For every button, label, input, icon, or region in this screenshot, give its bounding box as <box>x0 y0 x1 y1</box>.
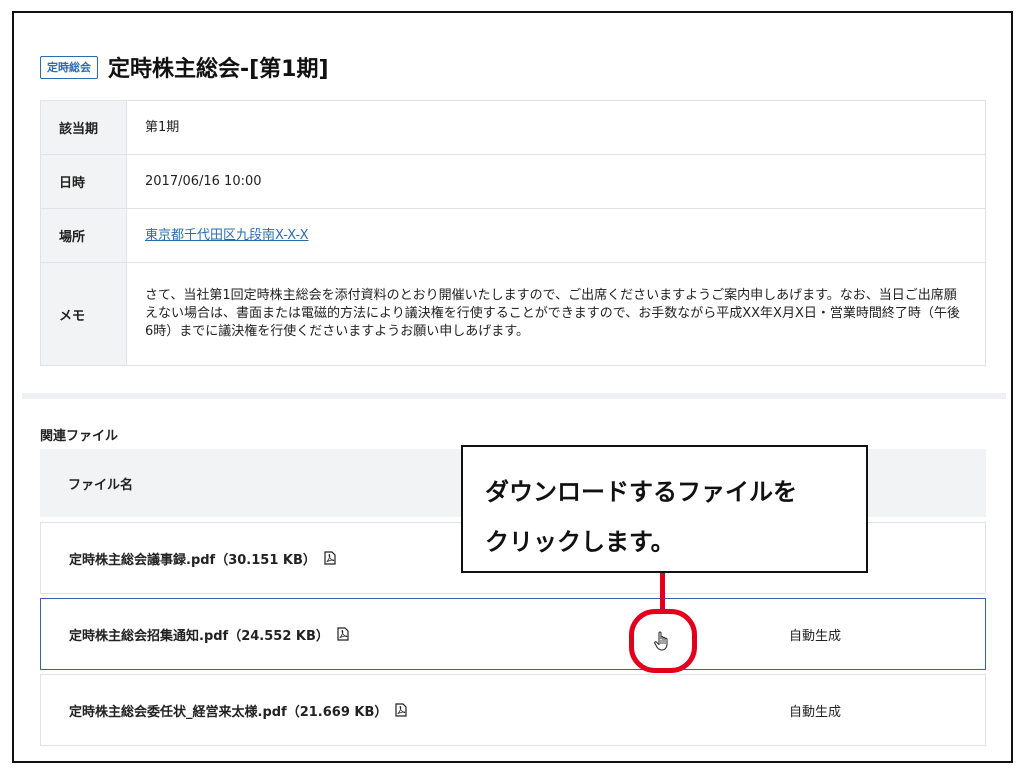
file-name-link[interactable]: 定時株主総会委任状_経営来太様.pdf（21.669 KB） <box>69 701 387 720</box>
location-link[interactable]: 東京都千代田区九段南X-X-X <box>145 227 309 245</box>
page-frame: 定時総会 定時株主総会-[第1期] 該当期 第1期 日時 2017/06/16 … <box>12 11 1013 763</box>
callout-line-2: クリックします。 <box>485 528 675 556</box>
pdf-file-icon <box>324 551 336 565</box>
file-name-link[interactable]: 定時株主総会招集通知.pdf（24.552 KB） <box>69 625 329 644</box>
file-name-column-label: ファイル名 <box>68 477 134 493</box>
file-row[interactable]: 定時株主総会招集通知.pdf（24.552 KB） 自動生成 <box>40 598 986 670</box>
page-heading: 定時総会 定時株主総会-[第1期] <box>40 51 329 83</box>
pdf-file-icon <box>337 627 349 641</box>
instruction-callout: ダウンロードするファイルを クリックします。 <box>461 445 868 573</box>
pdf-file-icon <box>395 703 407 717</box>
click-highlight-ring <box>629 609 697 673</box>
info-value-memo: さて、当社第1回定時株主総会を添付資料のとおり開催いたしますので、ご出席ください… <box>145 288 960 339</box>
file-row[interactable]: 定時株主総会委任状_経営来太様.pdf（21.669 KB） 自動生成 <box>40 674 986 746</box>
file-name-link[interactable]: 定時株主総会議事録.pdf（30.151 KB） <box>69 549 316 568</box>
meeting-info-table: 該当期 第1期 日時 2017/06/16 10:00 場所 東京都千代田区九段… <box>40 100 986 366</box>
section-divider <box>22 393 1006 399</box>
info-row-period: 該当期 第1期 <box>41 101 985 155</box>
related-files-heading: 関連ファイル <box>40 429 119 444</box>
info-row-memo: メモ さて、当社第1回定時株主総会を添付資料のとおり開催いたしますので、ご出席く… <box>41 263 985 365</box>
info-value-period: 第1期 <box>145 119 180 135</box>
hand-pointer-icon <box>654 631 668 651</box>
file-kind: 自動生成 <box>789 628 842 644</box>
callout-connector <box>660 573 665 610</box>
callout-line-1: ダウンロードするファイルを <box>485 478 797 506</box>
page-title: 定時株主総会-[第1期] <box>108 57 329 82</box>
info-label: 場所 <box>41 209 127 262</box>
info-row-location: 場所 東京都千代田区九段南X-X-X <box>41 209 985 263</box>
info-label: 日時 <box>41 155 127 208</box>
info-row-datetime: 日時 2017/06/16 10:00 <box>41 155 985 209</box>
info-value-datetime: 2017/06/16 10:00 <box>145 173 262 189</box>
info-label: メモ <box>41 263 127 365</box>
info-label: 該当期 <box>41 101 127 154</box>
meeting-type-badge: 定時総会 <box>40 55 98 79</box>
file-kind: 自動生成 <box>789 704 842 720</box>
info-value-location: 東京都千代田区九段南X-X-X <box>127 209 985 262</box>
